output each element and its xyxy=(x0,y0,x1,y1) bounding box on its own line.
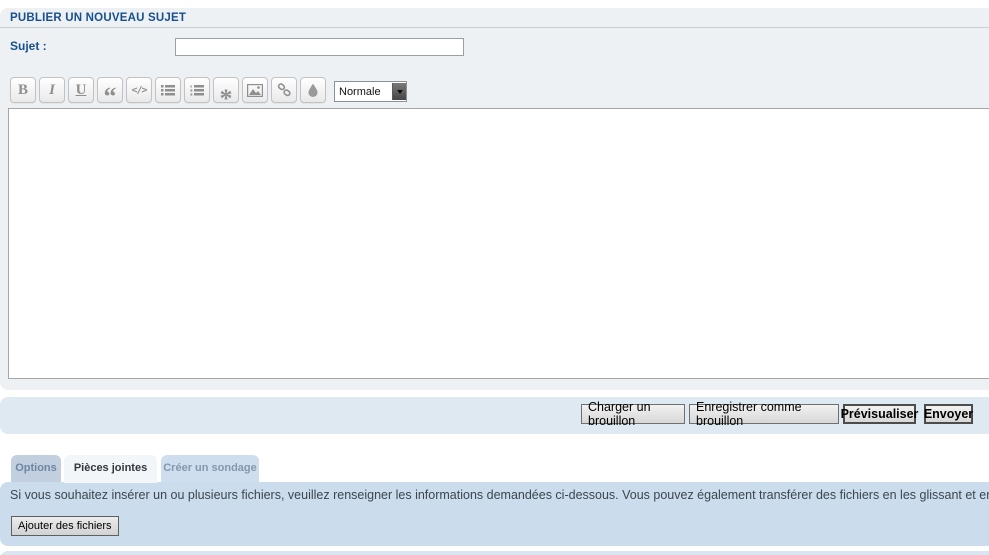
italic-icon: I xyxy=(49,82,55,99)
header-divider xyxy=(0,27,989,28)
message-editor[interactable] xyxy=(8,108,989,379)
new-topic-page: PUBLIER UN NOUVEAU SUJET Sujet : B I U “… xyxy=(0,0,989,555)
code-icon: </> xyxy=(131,85,146,96)
unordered-list-button[interactable] xyxy=(155,77,181,103)
quote-icon: “ xyxy=(104,92,117,102)
subject-label: Sujet : xyxy=(10,39,47,53)
send-button[interactable]: Envoyer xyxy=(924,404,973,424)
next-section-edge xyxy=(0,551,989,555)
list-item-button[interactable]: * xyxy=(213,77,239,103)
bold-icon: B xyxy=(18,82,28,99)
page-title: PUBLIER UN NOUVEAU SUJET xyxy=(10,12,186,24)
save-draft-button[interactable]: Enregistrer comme brouillon xyxy=(689,404,839,424)
font-color-icon xyxy=(307,83,319,97)
format-select-value: Normale xyxy=(335,86,392,98)
tab-create-poll[interactable]: Créer un sondage xyxy=(161,455,259,482)
ordered-list-icon xyxy=(190,84,204,96)
add-files-button[interactable]: Ajouter des fichiers xyxy=(11,516,119,536)
italic-button[interactable]: I xyxy=(39,77,65,103)
code-button[interactable]: </> xyxy=(126,77,152,103)
format-select[interactable]: Normale xyxy=(334,81,407,102)
insert-image-button[interactable] xyxy=(242,77,268,103)
subject-input[interactable] xyxy=(175,38,464,56)
quote-button[interactable]: “ xyxy=(97,77,123,103)
preview-button[interactable]: Prévisualiser xyxy=(843,404,916,424)
ordered-list-button[interactable] xyxy=(184,77,210,103)
link-icon xyxy=(277,83,292,97)
bold-button[interactable]: B xyxy=(10,77,36,103)
tab-options[interactable]: Options xyxy=(11,455,61,482)
list-item-icon: * xyxy=(220,94,233,104)
unordered-list-icon xyxy=(161,84,175,96)
tab-attachments[interactable]: Pièces jointes xyxy=(64,455,157,483)
editor-toolbar: B I U “ </> xyxy=(10,77,329,103)
insert-link-button[interactable] xyxy=(271,77,297,103)
load-draft-button[interactable]: Charger un brouillon xyxy=(581,404,685,424)
image-icon xyxy=(247,84,263,97)
attachments-info-text: Si vous souhaitez insérer un ou plusieur… xyxy=(10,488,989,502)
font-color-button[interactable] xyxy=(300,77,326,103)
underline-icon: U xyxy=(76,82,87,99)
select-arrow-icon xyxy=(392,83,406,100)
underline-button[interactable]: U xyxy=(68,77,94,103)
